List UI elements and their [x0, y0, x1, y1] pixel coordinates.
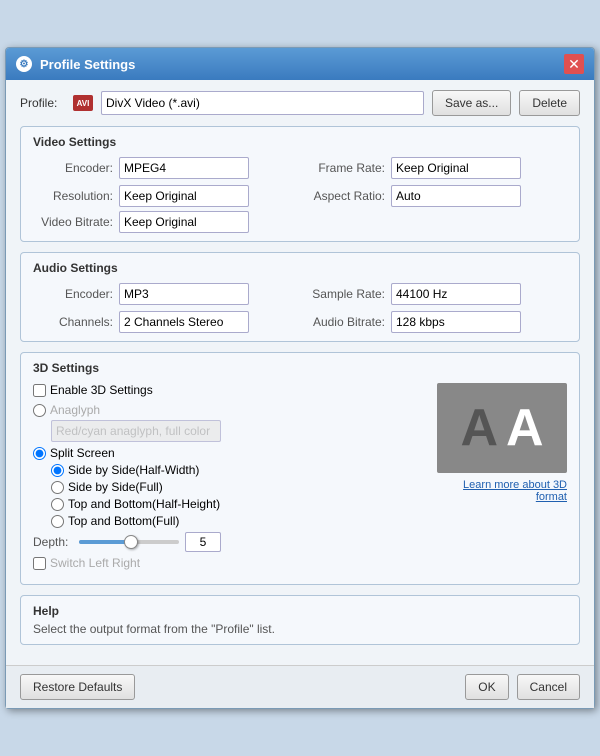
- resolution-label: Resolution:: [33, 189, 113, 203]
- anaglyph-row: Anaglyph: [33, 403, 427, 417]
- title-bar: ⚙ Profile Settings ✕: [6, 48, 594, 80]
- three-d-right: A A Learn more about 3D format: [437, 383, 567, 576]
- content-area: Profile: AVI DivX Video (*.avi) MP4 Vide…: [6, 80, 594, 665]
- top-full-label[interactable]: Top and Bottom(Full): [68, 514, 179, 528]
- audio-encoder-select[interactable]: MP3 AAC AC3: [119, 283, 249, 305]
- frame-rate-row: Frame Rate: Keep Original 24 30: [305, 157, 567, 179]
- help-section: Help Select the output format from the "…: [20, 595, 580, 645]
- title-bar-left: ⚙ Profile Settings: [16, 56, 135, 72]
- close-button[interactable]: ✕: [564, 54, 584, 74]
- side-half-label[interactable]: Side by Side(Half-Width): [68, 463, 199, 477]
- encoder-row: Encoder: MPEG4 H.264 H.265: [33, 157, 295, 179]
- top-half-row: Top and Bottom(Half-Height): [51, 497, 427, 511]
- three-d-settings-title: 3D Settings: [33, 361, 567, 375]
- aa-letter-right: A: [506, 402, 544, 454]
- video-settings-grid: Encoder: MPEG4 H.264 H.265 Frame Rate: K…: [33, 157, 567, 207]
- video-settings-title: Video Settings: [33, 135, 567, 149]
- split-screen-row: Split Screen: [33, 446, 427, 460]
- three-d-left: Enable 3D Settings Anaglyph Red/cyan ana…: [33, 383, 427, 576]
- encoder-select[interactable]: MPEG4 H.264 H.265: [119, 157, 249, 179]
- restore-defaults-button[interactable]: Restore Defaults: [20, 674, 135, 700]
- side-full-row: Side by Side(Full): [51, 480, 427, 494]
- ok-button[interactable]: OK: [465, 674, 508, 700]
- anaglyph-radio[interactable]: [33, 404, 46, 417]
- anaglyph-label[interactable]: Anaglyph: [50, 403, 100, 417]
- video-settings-section: Video Settings Encoder: MPEG4 H.264 H.26…: [20, 126, 580, 242]
- audio-bitrate-label: Audio Bitrate:: [305, 315, 385, 329]
- three-d-settings-section: 3D Settings Enable 3D Settings Anaglyph: [20, 352, 580, 585]
- audio-settings-section: Audio Settings Encoder: MP3 AAC AC3 Samp…: [20, 252, 580, 342]
- audio-encoder-label: Encoder:: [33, 287, 113, 301]
- footer: Restore Defaults OK Cancel: [6, 665, 594, 708]
- depth-row: Depth:: [33, 532, 427, 552]
- switch-left-right-checkbox[interactable]: [33, 557, 46, 570]
- slider-track: [79, 540, 129, 544]
- profile-format-icon: AVI: [73, 95, 93, 111]
- learn-more-link[interactable]: Learn more about 3D format: [437, 479, 567, 503]
- top-full-radio[interactable]: [51, 515, 64, 528]
- dialog-window: ⚙ Profile Settings ✕ Profile: AVI DivX V…: [5, 47, 595, 709]
- footer-right: OK Cancel: [465, 674, 580, 700]
- side-half-radio[interactable]: [51, 464, 64, 477]
- save-as-button[interactable]: Save as...: [432, 90, 511, 116]
- dialog-icon: ⚙: [16, 56, 32, 72]
- enable-3d-row: Enable 3D Settings: [33, 383, 427, 397]
- anaglyph-select[interactable]: Red/cyan anaglyph, full color: [51, 420, 221, 442]
- help-text: Select the output format from the "Profi…: [33, 622, 567, 636]
- frame-rate-select[interactable]: Keep Original 24 30: [391, 157, 521, 179]
- aspect-ratio-select[interactable]: Auto 4:3 16:9: [391, 185, 521, 207]
- video-bitrate-select[interactable]: Keep Original 500 kbps 1000 kbps: [119, 211, 249, 233]
- resolution-select[interactable]: Keep Original 1920x1080 1280x720: [119, 185, 249, 207]
- profile-row: Profile: AVI DivX Video (*.avi) MP4 Vide…: [20, 90, 580, 116]
- aa-preview: A A: [437, 383, 567, 473]
- channels-label: Channels:: [33, 315, 113, 329]
- delete-button[interactable]: Delete: [519, 90, 580, 116]
- aa-letter-left: A: [460, 402, 498, 454]
- video-bitrate-row: Video Bitrate: Keep Original 500 kbps 10…: [33, 211, 567, 233]
- audio-bitrate-select[interactable]: 128 kbps 64 kbps 192 kbps: [391, 311, 521, 333]
- help-title: Help: [33, 604, 567, 618]
- profile-label: Profile:: [20, 96, 65, 110]
- top-half-radio[interactable]: [51, 498, 64, 511]
- channels-select[interactable]: 2 Channels Stereo 1 Channel Mono: [119, 311, 249, 333]
- frame-rate-label: Frame Rate:: [305, 161, 385, 175]
- audio-settings-title: Audio Settings: [33, 261, 567, 275]
- switch-left-right-label[interactable]: Switch Left Right: [50, 556, 140, 570]
- split-screen-options: Side by Side(Half-Width) Side by Side(Fu…: [51, 463, 427, 528]
- aspect-ratio-row: Aspect Ratio: Auto 4:3 16:9: [305, 185, 567, 207]
- side-full-label[interactable]: Side by Side(Full): [68, 480, 163, 494]
- depth-spinbox[interactable]: [185, 532, 221, 552]
- aspect-ratio-label: Aspect Ratio:: [305, 189, 385, 203]
- top-full-row: Top and Bottom(Full): [51, 514, 427, 528]
- slider-thumb[interactable]: [124, 535, 138, 549]
- top-half-label[interactable]: Top and Bottom(Half-Height): [68, 497, 220, 511]
- anaglyph-select-wrapper: Red/cyan anaglyph, full color: [51, 420, 427, 442]
- depth-label: Depth:: [33, 535, 73, 549]
- enable-3d-checkbox[interactable]: [33, 384, 46, 397]
- sample-rate-row: Sample Rate: 44100 Hz 22050 Hz 48000 Hz: [305, 283, 567, 305]
- channels-row: Channels: 2 Channels Stereo 1 Channel Mo…: [33, 311, 295, 333]
- three-d-content: Enable 3D Settings Anaglyph Red/cyan ana…: [33, 383, 567, 576]
- audio-settings-grid: Encoder: MP3 AAC AC3 Sample Rate: 44100 …: [33, 283, 567, 333]
- split-screen-radio[interactable]: [33, 447, 46, 460]
- profile-select[interactable]: DivX Video (*.avi) MP4 Video MKV Video: [101, 91, 424, 115]
- video-bitrate-label: Video Bitrate:: [33, 215, 113, 229]
- switch-left-right-row: Switch Left Right: [33, 556, 427, 570]
- sample-rate-select[interactable]: 44100 Hz 22050 Hz 48000 Hz: [391, 283, 521, 305]
- audio-encoder-row: Encoder: MP3 AAC AC3: [33, 283, 295, 305]
- split-screen-label[interactable]: Split Screen: [50, 446, 115, 460]
- resolution-row: Resolution: Keep Original 1920x1080 1280…: [33, 185, 295, 207]
- depth-slider[interactable]: [79, 540, 179, 544]
- sample-rate-label: Sample Rate:: [305, 287, 385, 301]
- dialog-title: Profile Settings: [40, 57, 135, 72]
- side-half-row: Side by Side(Half-Width): [51, 463, 427, 477]
- enable-3d-label[interactable]: Enable 3D Settings: [50, 383, 153, 397]
- side-full-radio[interactable]: [51, 481, 64, 494]
- audio-bitrate-row: Audio Bitrate: 128 kbps 64 kbps 192 kbps: [305, 311, 567, 333]
- cancel-button[interactable]: Cancel: [517, 674, 580, 700]
- encoder-label: Encoder:: [33, 161, 113, 175]
